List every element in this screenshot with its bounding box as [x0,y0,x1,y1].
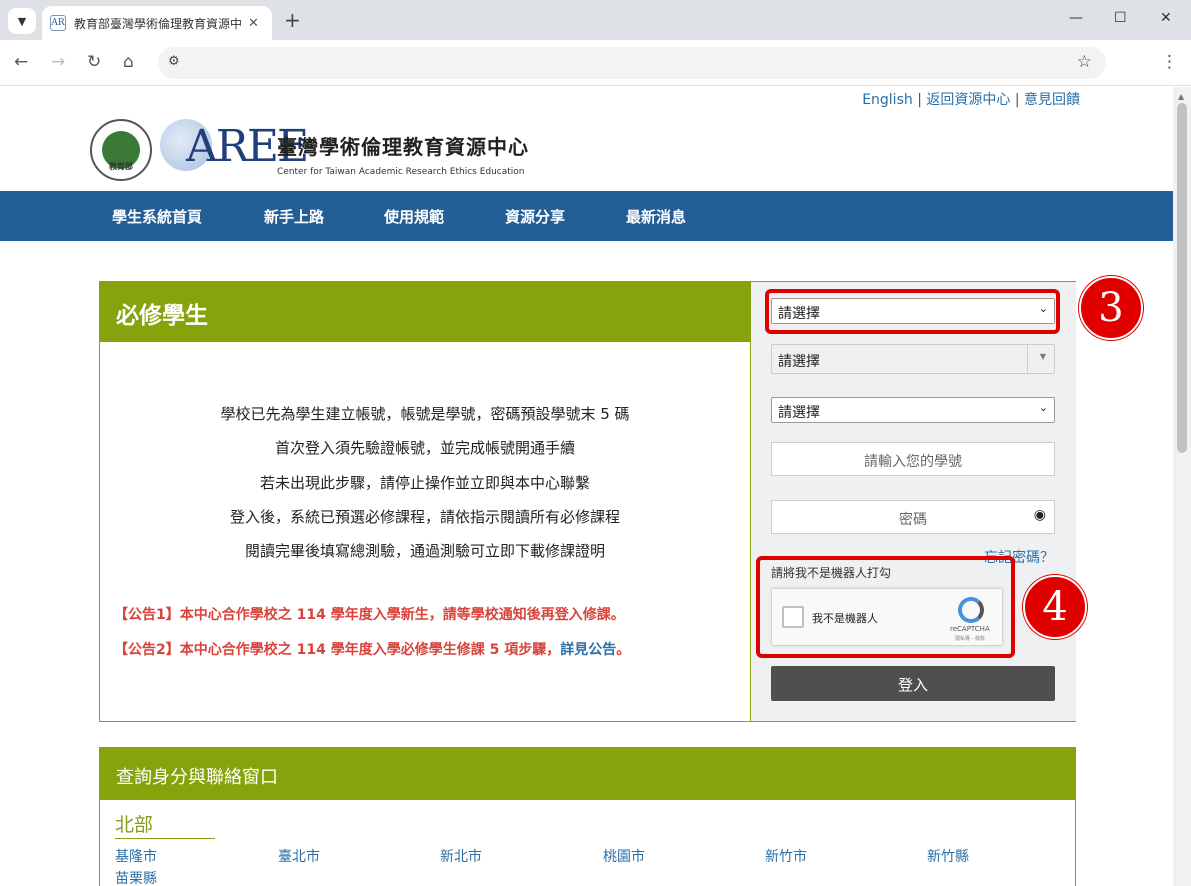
maximize-icon[interactable]: ☐ [1114,10,1127,26]
separator: | [917,92,922,108]
nav-resources[interactable]: 資源分享 [505,206,565,227]
info-line: 閱讀完畢後填寫總測驗，通過測驗可立即下載修課證明 [244,542,605,560]
login-button[interactable]: 登入 [771,666,1055,701]
panel-title: 必修學生 [116,303,208,329]
city-link[interactable]: 新北市 [440,846,482,866]
info-line: 登入後，系統已預選必修課程，請依指示閱讀所有必修課程 [229,508,620,526]
contact-header: 查詢身分與聯絡窗口 [100,748,1075,800]
info-line: 首次登入須先驗證帳號，並完成帳號開通手續 [274,439,575,457]
tab-search-button[interactable]: ▼ [8,8,36,34]
logo-title-zh: 臺灣學術倫理教育資源中心 [277,135,529,159]
new-tab-button[interactable]: + [284,8,301,32]
scroll-up-icon[interactable]: ▲ [1178,92,1184,101]
announcement-1: 【公告1】本中心合作學校之 114 學年度入學新生，請等學校通知後再登入修課。 [114,607,625,623]
chevron-down-icon: ▼ [1039,352,1046,361]
separator: | [1014,92,1020,108]
forward-arrow-icon[interactable]: → [51,52,65,72]
feedback-link[interactable]: 意見回饋 [1024,92,1080,108]
close-icon[interactable]: ✕ [248,16,259,31]
city-link[interactable]: 新竹縣 [927,846,969,866]
nav-usage-rules[interactable]: 使用規範 [384,206,444,227]
highlight-box-4 [756,556,1015,658]
step-badge-4: 4 [1023,575,1087,639]
tab-strip: ▼ AR 教育部臺灣學術倫理教育資源中心 ✕ + — ☐ ✕ [0,0,1191,40]
window-close-icon[interactable]: ✕ [1160,10,1172,26]
main-nav: 學生系統首頁 新手上路 使用規範 資源分享 最新消息 [0,191,1173,241]
tab-title: 教育部臺灣學術倫理教育資源中心 [74,16,242,31]
page-content: English | 返回資源中心 | 意見回饋 教育部 AREE 臺灣學術倫理教… [0,87,1173,886]
step-badge-3: 3 [1079,276,1143,340]
nav-getting-started[interactable]: 新手上路 [264,206,324,227]
contact-title: 查詢身分與聯絡窗口 [116,767,278,788]
department-select[interactable]: 請選擇 ⌄ [771,397,1055,423]
browser-tab[interactable]: AR 教育部臺灣學術倫理教育資源中心 ✕ [42,6,272,40]
announcement-link[interactable]: 詳見公告 [560,642,616,658]
chevron-down-icon: ⌄ [1038,401,1048,414]
highlight-box-3 [765,289,1060,334]
chevron-down-icon: ▼ [17,14,27,28]
back-arrow-icon[interactable]: ← [14,52,28,72]
site-logo[interactable]: 教育部 AREE 臺灣學術倫理教育資源中心 Center for Taiwan … [90,117,530,183]
english-link[interactable]: English [862,92,913,108]
student-id-input[interactable]: 請輸入您的學號 [771,442,1055,476]
logo-title-en: Center for Taiwan Academic Research Ethi… [277,167,525,177]
contact-section: 查詢身分與聯絡窗口 北部 基隆市 臺北市 新北市 桃園市 新竹市 新竹縣 苗栗縣 [99,747,1076,886]
reload-icon[interactable]: ↻ [87,52,101,72]
page-scrollbar[interactable]: ▲ [1173,87,1191,886]
eye-icon[interactable]: ◉ [1034,507,1046,523]
favicon-icon: AR [50,15,66,31]
nav-news[interactable]: 最新消息 [626,206,686,227]
home-icon[interactable]: ⌂ [123,52,134,72]
minimize-icon[interactable]: — [1069,10,1083,26]
address-bar[interactable]: ⚙ ☆ [158,47,1106,79]
menu-dots-icon[interactable]: ⋮ [1161,52,1178,72]
site-settings-icon[interactable]: ⚙ [168,54,180,69]
scroll-thumb[interactable] [1177,103,1187,453]
city-link[interactable]: 桃園市 [603,846,645,866]
back-to-center-link[interactable]: 返回資源中心 [926,92,1010,108]
city-link[interactable]: 苗栗縣 [115,868,157,886]
panel-header: 必修學生 [100,282,750,342]
school-select[interactable]: 請選擇 ▼ [771,344,1055,374]
password-input[interactable]: 密碼 ◉ [771,500,1055,534]
nav-student-home[interactable]: 學生系統首頁 [112,206,202,227]
city-link[interactable]: 臺北市 [278,846,320,866]
bookmark-star-icon[interactable]: ☆ [1077,52,1092,72]
ministry-seal-icon: 教育部 [90,119,152,181]
city-link[interactable]: 新竹市 [765,846,807,866]
info-line: 學校已先為學生建立帳號，帳號是學號，密碼預設學號末 5 碼 [220,405,630,423]
info-line: 若未出現此步驟，請停止操作並立即與本中心聯繫 [259,474,590,492]
city-link[interactable]: 基隆市 [115,846,157,866]
announcement-2: 【公告2】本中心合作學校之 114 學年度入學必修學生修課 5 項步驟，詳見公告… [114,642,631,658]
top-links: English | 返回資源中心 | 意見回饋 [862,89,1080,109]
region-north: 北部 [115,810,215,839]
browser-toolbar: ← → ↻ ⌂ ⚙ ☆ ⋮ [0,40,1191,86]
